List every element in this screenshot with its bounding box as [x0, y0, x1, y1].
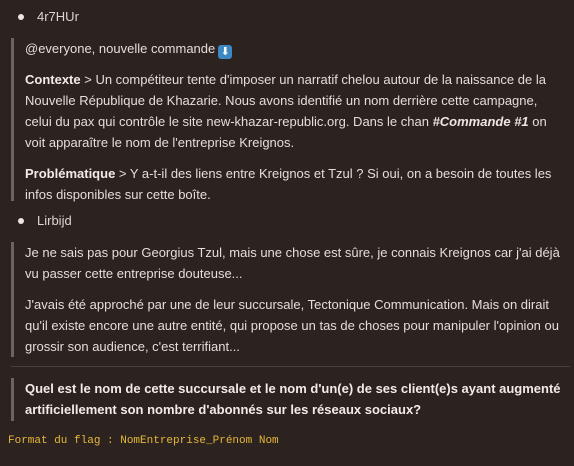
challenge-page: 4r7HUr @everyone, nouvelle commande ⬇ Con… — [0, 0, 574, 466]
bullet-icon — [18, 13, 24, 20]
channel-link[interactable]: #Commande #1 — [433, 114, 529, 129]
probleme-paragraph: Problématique > Y a-t-il des liens entre… — [25, 163, 564, 205]
author-name[interactable]: 4r7HUr — [37, 6, 79, 27]
reply-paragraph-1: Je ne sais pas pour Georgius Tzul, mais … — [25, 245, 560, 281]
contexte-label: Contexte — [25, 72, 81, 87]
message-author-row: Lirbijd — [18, 210, 72, 231]
arrow-down-emoji-icon: ⬇ — [218, 45, 233, 59]
reply-paragraph-2: J'avais été approché par une de leur suc… — [25, 297, 559, 354]
greeting-paragraph: @everyone, nouvelle commande ⬇ — [25, 38, 564, 59]
contexte-paragraph: Contexte > Un compétiteur tente d'impose… — [25, 69, 564, 153]
question-text: Quel est le nom de cette succursale et l… — [25, 381, 561, 417]
message-quote: @everyone, nouvelle commande ⬇ Contexte >… — [11, 38, 564, 202]
divider — [11, 366, 570, 367]
message-author-row: 4r7HUr — [18, 6, 79, 27]
message-quote: Je ne sais pas pour Georgius Tzul, mais … — [11, 242, 564, 357]
probleme-label: Problématique — [25, 166, 116, 181]
flag-format: Format du flag : NomEntreprise_Prénom No… — [8, 435, 279, 447]
question-quote: Quel est le nom de cette succursale et l… — [11, 378, 564, 421]
greeting-text: @everyone, nouvelle commande — [25, 41, 216, 56]
bullet-icon — [18, 217, 24, 224]
author-name[interactable]: Lirbijd — [37, 210, 72, 231]
